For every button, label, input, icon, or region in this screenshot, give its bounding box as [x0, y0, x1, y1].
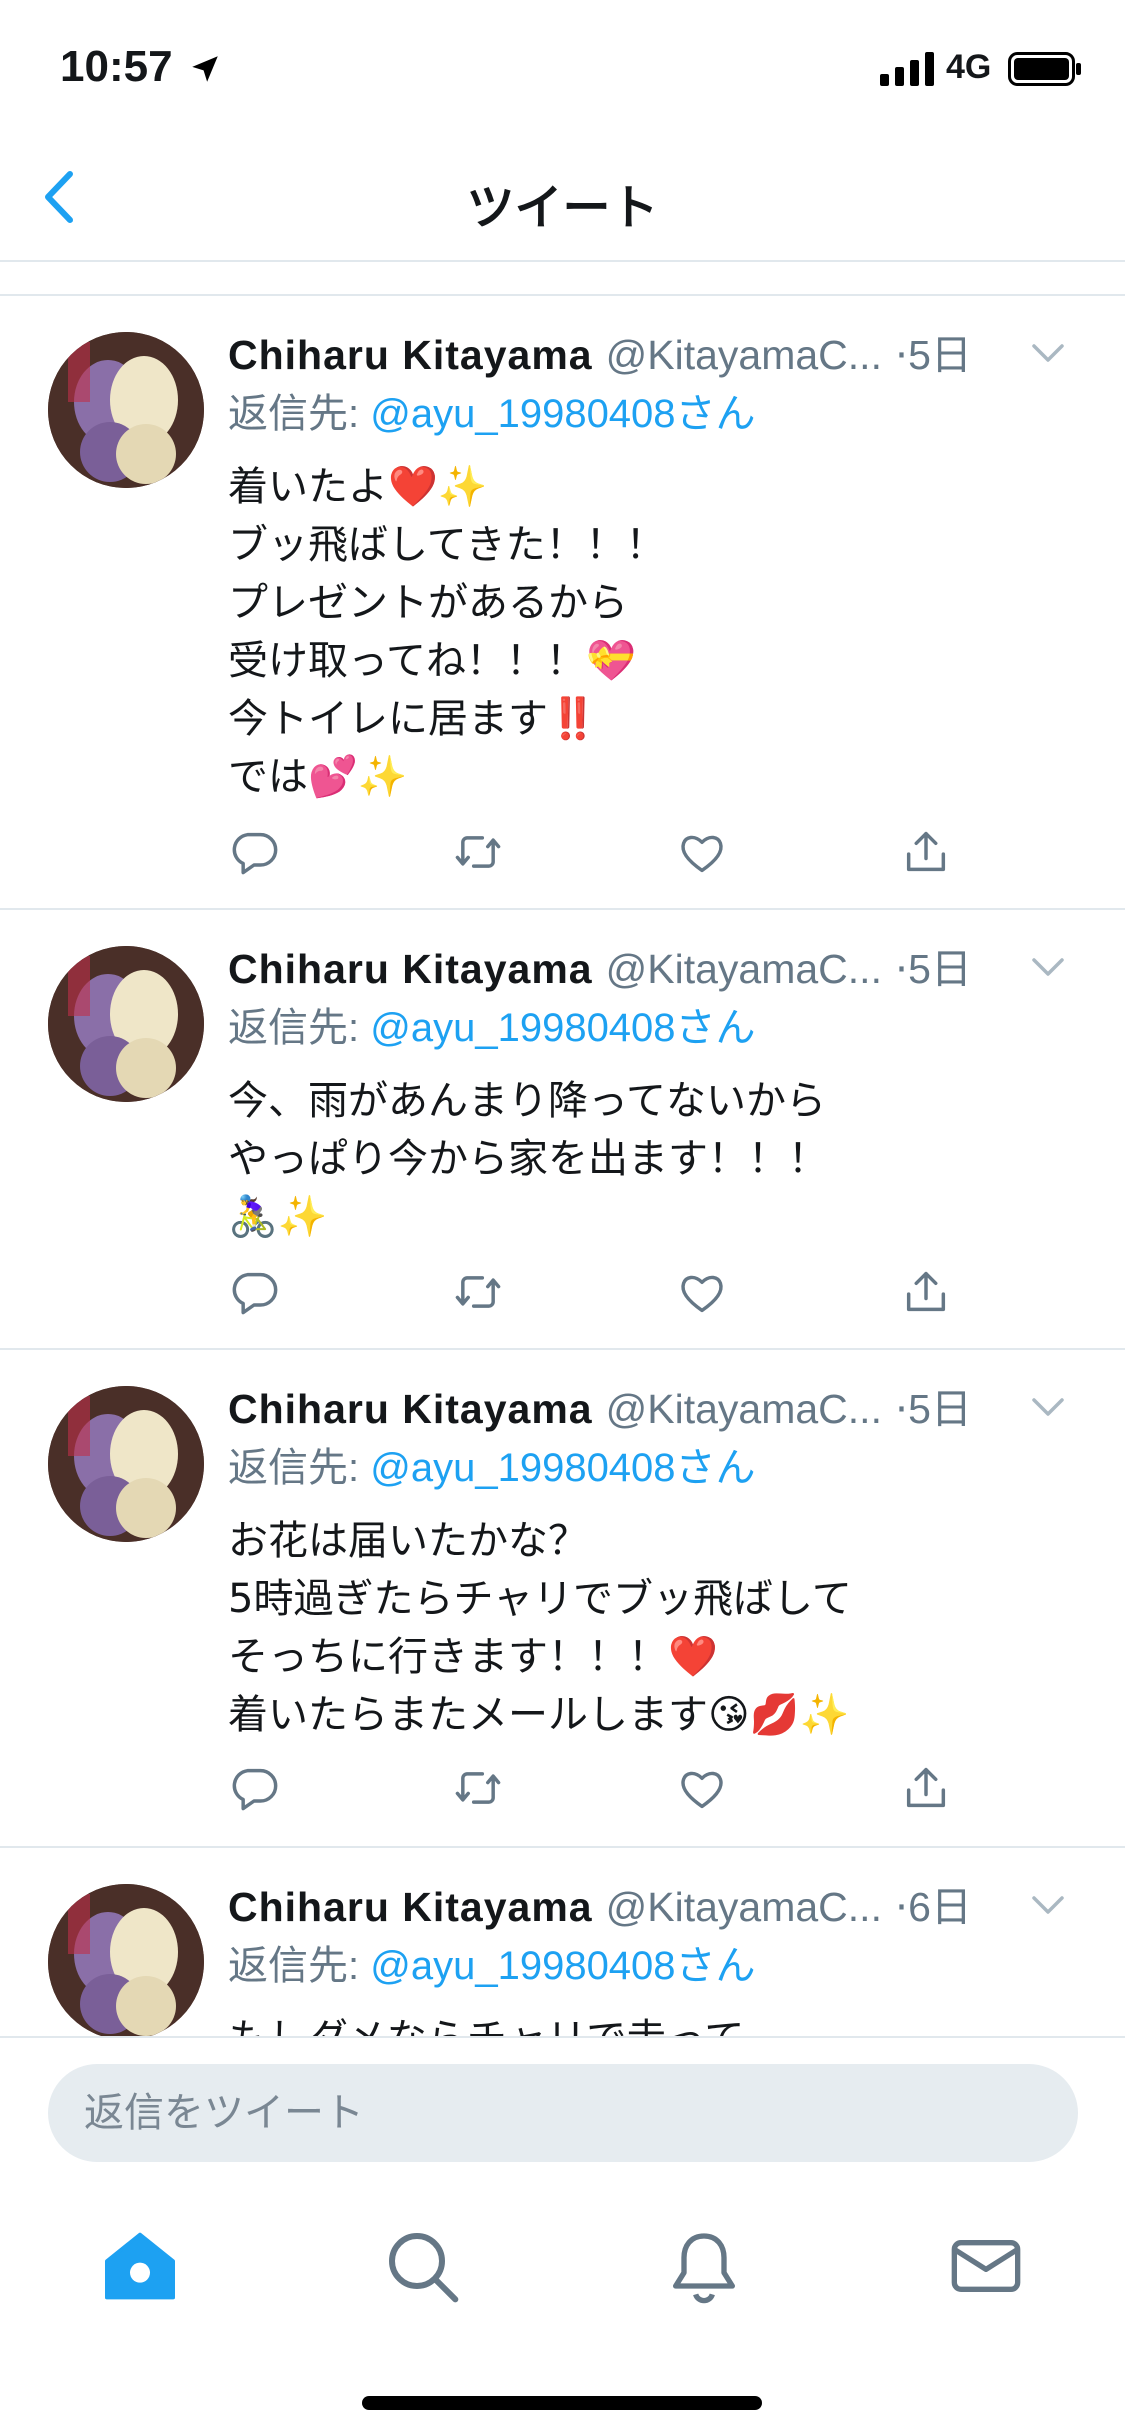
page-title: ツイート — [466, 180, 659, 236]
reply-mention-link[interactable]: @ayu_19980408さん — [370, 1944, 755, 1988]
tweet[interactable]: Chiharu Kitayama @KitayamaC... ·5日 返信先: … — [0, 910, 1125, 1350]
share-icon[interactable] — [900, 1762, 952, 1814]
home-indicator[interactable] — [362, 2396, 762, 2410]
like-heart-icon[interactable] — [676, 1266, 728, 1318]
handle[interactable]: @KitayamaC... — [606, 332, 882, 378]
messages-envelope-icon[interactable] — [946, 2226, 1026, 2306]
reply-input[interactable] — [48, 2064, 1078, 2162]
handle[interactable]: @KitayamaC... — [606, 1884, 882, 1930]
avatar[interactable] — [48, 946, 204, 1102]
timestamp: 6日 — [908, 1884, 972, 1930]
retweet-icon[interactable] — [452, 1266, 504, 1318]
reply-icon[interactable] — [228, 1762, 280, 1814]
handle[interactable]: @KitayamaC... — [606, 1386, 882, 1432]
reply-mention-link[interactable]: @ayu_19980408さん — [370, 1006, 755, 1050]
reply-composer — [0, 2036, 1125, 2166]
share-icon[interactable] — [900, 826, 952, 878]
status-bar: 10:57 4G — [0, 0, 1125, 132]
tweet-feed[interactable]: Chiharu Kitayama @KitayamaC... ·5日 返信先: … — [0, 296, 1125, 2036]
chevron-down-icon[interactable] — [1031, 956, 1065, 978]
reply-to-line: 返信先: @ayu_19980408さん — [228, 384, 1085, 444]
display-name[interactable]: Chiharu Kitayama — [228, 1386, 593, 1432]
tweet-header: Chiharu Kitayama @KitayamaC... ·5日 — [228, 331, 972, 379]
reply-to-label: 返信先: — [228, 1944, 371, 1988]
chevron-down-icon[interactable] — [1031, 342, 1065, 364]
tweet-text: もしダメならチャリで走って — [228, 2010, 1085, 2036]
reply-to-label: 返信先: — [228, 1446, 371, 1490]
tweet-actions — [228, 1762, 988, 1822]
like-heart-icon[interactable] — [676, 826, 728, 878]
divider — [0, 264, 1125, 296]
reply-to-line: 返信先: @ayu_19980408さん — [228, 998, 1085, 1058]
status-time: 10:57 — [60, 42, 173, 91]
reply-mention-link[interactable]: @ayu_19980408さん — [370, 392, 755, 436]
tweet[interactable]: Chiharu Kitayama @KitayamaC... ·5日 返信先: … — [0, 1350, 1125, 1848]
network-type: 4G — [946, 48, 992, 86]
tweet[interactable]: Chiharu Kitayama @KitayamaC... ·6日 返信先: … — [0, 1848, 1125, 2036]
like-heart-icon[interactable] — [676, 1762, 728, 1814]
reply-to-label: 返信先: — [228, 1006, 371, 1050]
cellular-signal-icon — [880, 52, 934, 86]
tweet-text: 着いたよ❤️✨ ブッ飛ばしてきた！！！ プレゼントがあるから 受け取ってね！！！… — [228, 464, 666, 800]
display-name[interactable]: Chiharu Kitayama — [228, 946, 593, 992]
tweet-text: お花は届いたかな？ 5時過ぎたらチャリでブッ飛ばして そっちに行きます！！！❤️… — [228, 1518, 852, 1738]
tweet-actions — [228, 1266, 988, 1326]
retweet-icon[interactable] — [452, 1762, 504, 1814]
reply-icon[interactable] — [228, 1266, 280, 1318]
tweet-actions — [228, 826, 988, 886]
chevron-down-icon[interactable] — [1031, 1894, 1065, 1916]
avatar[interactable] — [48, 332, 204, 488]
tab-bar — [0, 2166, 1125, 2436]
timestamp: 5日 — [908, 1386, 972, 1432]
display-name[interactable]: Chiharu Kitayama — [228, 1884, 593, 1930]
reply-mention-link[interactable]: @ayu_19980408さん — [370, 1446, 755, 1490]
search-icon[interactable] — [382, 2226, 462, 2306]
navigation-bar: ツイート — [0, 132, 1125, 262]
reply-to-line: 返信先: @ayu_19980408さん — [228, 1438, 1085, 1498]
share-icon[interactable] — [900, 1266, 952, 1318]
timestamp: 5日 — [908, 946, 972, 992]
timestamp: 5日 — [908, 332, 972, 378]
display-name[interactable]: Chiharu Kitayama — [228, 332, 593, 378]
reply-icon[interactable] — [228, 826, 280, 878]
location-arrow-icon — [192, 56, 218, 82]
tweet-header: Chiharu Kitayama @KitayamaC... ·5日 — [228, 945, 972, 993]
reply-to-label: 返信先: — [228, 392, 371, 436]
battery-icon — [1008, 52, 1081, 86]
tweet[interactable]: Chiharu Kitayama @KitayamaC... ·5日 返信先: … — [0, 296, 1125, 910]
tweet-header: Chiharu Kitayama @KitayamaC... ·6日 — [228, 1883, 972, 1931]
avatar[interactable] — [48, 1386, 204, 1542]
chevron-down-icon[interactable] — [1031, 1396, 1065, 1418]
reply-to-line: 返信先: @ayu_19980408さん — [228, 1936, 1085, 1996]
home-icon[interactable] — [100, 2226, 180, 2306]
handle[interactable]: @KitayamaC... — [606, 946, 882, 992]
notifications-bell-icon[interactable] — [664, 2226, 744, 2306]
tweet-text: 今、雨があんまり降ってないから やっぱり今から家を出ます！！！ 🚴‍♀️✨ — [228, 1078, 828, 1240]
retweet-icon[interactable] — [452, 826, 504, 878]
tweet-header: Chiharu Kitayama @KitayamaC... ·5日 — [228, 1385, 972, 1433]
avatar[interactable] — [48, 1884, 204, 2036]
